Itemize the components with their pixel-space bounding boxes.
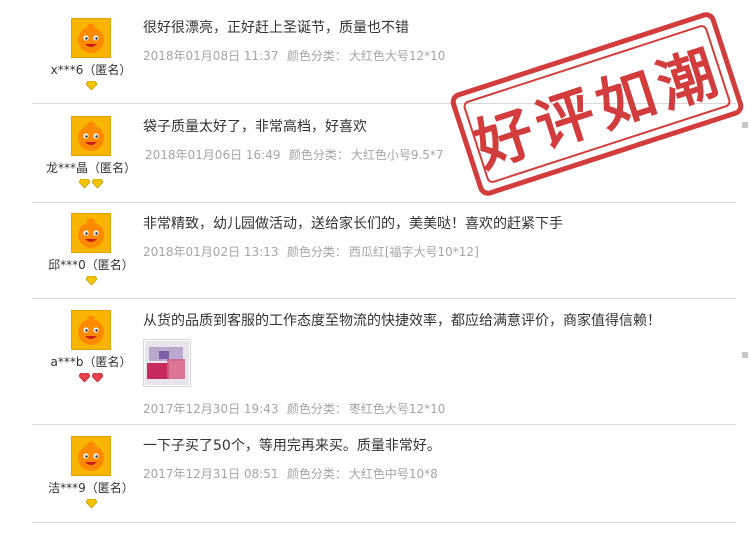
spec-label: 颜色分类： xyxy=(286,245,347,259)
review-content: 从货的品质到客服的工作态度至物流的快捷效率，都应给满意评价，商家值得信赖！ 20… xyxy=(143,311,736,417)
review-meta: 2018年01月06日 16:49 颜色分类： 大红色小号9.5*7 xyxy=(143,146,736,163)
scroll-marker xyxy=(742,352,748,358)
reviewer: a***b（匿名） xyxy=(32,310,150,383)
avatar[interactable] xyxy=(71,18,111,58)
reviewer-name[interactable]: 邱***0（匿名） xyxy=(32,256,150,273)
heart-icon xyxy=(79,373,90,382)
spec-label: 颜色分类： xyxy=(288,148,349,162)
reviewer-level xyxy=(32,81,150,91)
reviewer-level xyxy=(32,276,150,286)
avatar[interactable] xyxy=(71,310,111,350)
reviewer-name[interactable]: 洁***9（匿名） xyxy=(32,479,150,496)
diamond-icon xyxy=(92,179,103,188)
scroll-marker xyxy=(742,122,748,128)
diamond-icon xyxy=(85,81,97,90)
reviewer-name[interactable]: x***6（匿名） xyxy=(32,61,150,78)
spec-value: 枣红色大号12*10 xyxy=(348,402,446,416)
spec-value: 大红色中号10*8 xyxy=(348,467,438,481)
review-content: 非常精致，幼儿园做活动，送给家长们的，美美哒！喜欢的赶紧下手 2018年01月0… xyxy=(143,214,736,260)
review-date: 2017年12月30日 19:43 xyxy=(143,402,279,416)
review-content: 一下子买了50个，等用完再来买。质量非常好。 2017年12月31日 08:51… xyxy=(143,436,736,482)
spec-label: 颜色分类： xyxy=(286,467,347,481)
avatar[interactable] xyxy=(71,116,111,156)
spec-label: 颜色分类： xyxy=(286,49,347,63)
review-date: 2018年01月02日 13:13 xyxy=(143,245,279,259)
reviewer: 洁***9（匿名） xyxy=(32,436,150,509)
spec-label: 颜色分类： xyxy=(286,402,347,416)
reviewer-level xyxy=(32,373,150,383)
diamond-icon xyxy=(85,499,97,508)
review-date: 2018年01月06日 16:49 xyxy=(145,148,281,162)
reviewer-name[interactable]: 龙***晶（匿名） xyxy=(32,159,150,176)
reviewer-level xyxy=(32,499,150,509)
avatar[interactable] xyxy=(71,436,111,476)
review-date: 2018年01月08日 11:37 xyxy=(143,49,279,63)
spec-value: 大红色小号9.5*7 xyxy=(350,148,444,162)
heart-icon xyxy=(92,373,103,382)
review-meta: 2018年01月02日 13:13 颜色分类： 西瓜红[福字大号10*12] xyxy=(143,243,736,260)
review-text: 一下子买了50个，等用完再来买。质量非常好。 xyxy=(143,438,441,454)
reviewer-name[interactable]: a***b（匿名） xyxy=(32,353,150,370)
reviewer-level xyxy=(32,179,150,189)
review-meta: 2017年12月30日 19:43 颜色分类： 枣红色大号12*10 xyxy=(143,400,736,417)
review-date: 2017年12月31日 08:51 xyxy=(143,467,279,481)
spec-value: 大红色大号12*10 xyxy=(348,49,446,63)
reviewer: x***6（匿名） xyxy=(32,18,150,91)
review-meta: 2017年12月31日 08:51 颜色分类： 大红色中号10*8 xyxy=(143,465,736,482)
review-text: 从货的品质到客服的工作态度至物流的快捷效率，都应给满意评价，商家值得信赖！ xyxy=(143,313,661,329)
review-text: 非常精致，幼儿园做活动，送给家长们的，美美哒！喜欢的赶紧下手 xyxy=(143,216,563,232)
review-item: 洁***9（匿名） 一下子买了50个，等用完再来买。质量非常好。 2017年12… xyxy=(32,425,736,523)
diamond-icon xyxy=(85,276,97,285)
review-item: 邱***0（匿名） 非常精致，幼儿园做活动，送给家长们的，美美哒！喜欢的赶紧下手… xyxy=(32,203,736,299)
spec-value: 西瓜红[福字大号10*12] xyxy=(348,245,479,259)
review-photo[interactable] xyxy=(143,339,191,387)
avatar[interactable] xyxy=(71,213,111,253)
review-item: a***b（匿名） 从货的品质到客服的工作态度至物流的快捷效率，都应给满意评价，… xyxy=(32,299,736,425)
reviewer: 龙***晶（匿名） xyxy=(32,116,150,189)
reviewer: 邱***0（匿名） xyxy=(32,213,150,286)
diamond-icon xyxy=(79,179,90,188)
